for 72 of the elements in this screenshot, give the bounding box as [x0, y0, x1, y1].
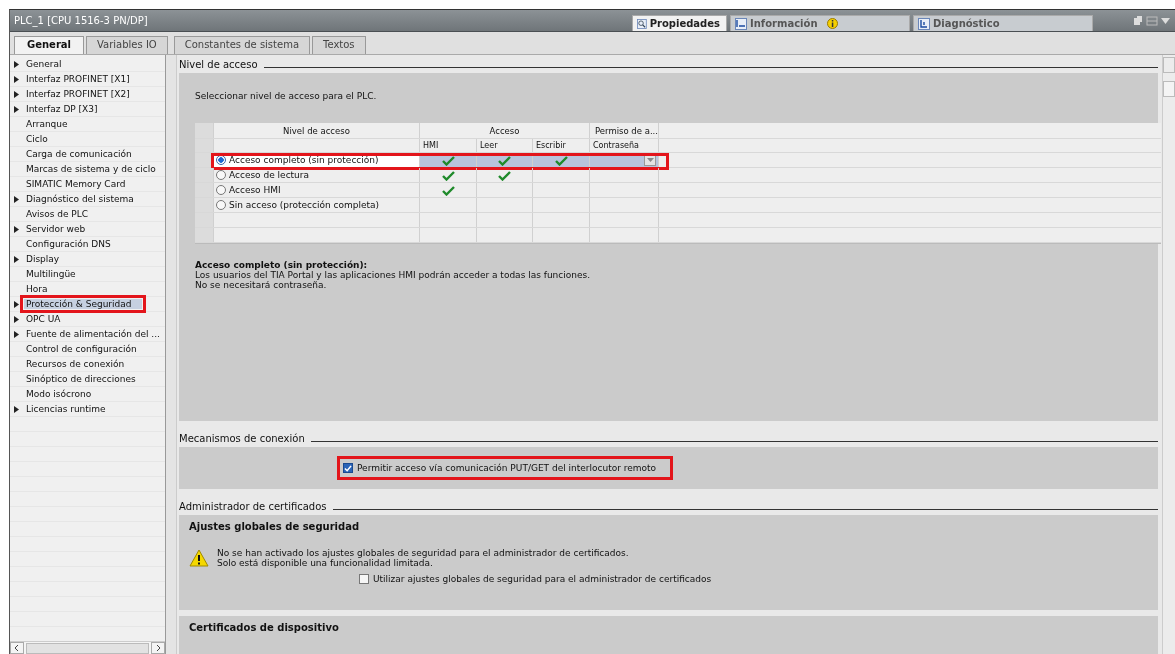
- sidebar-item[interactable]: Hora: [24, 284, 50, 294]
- radio-button[interactable]: [216, 155, 226, 165]
- description-title: Acceso completo (sin protección):: [195, 260, 369, 270]
- radio-button[interactable]: [216, 170, 226, 180]
- tab[interactable]: General: [14, 36, 84, 54]
- window-title: PLC_1 [CPU 1516-3 PN/DP]: [13, 15, 149, 29]
- column-header: HMI: [420, 139, 477, 152]
- caret-icon: [646, 158, 654, 162]
- tab[interactable]: Constantes de sistema: [173, 36, 311, 54]
- sidebar-item[interactable]: Servidor web: [24, 224, 88, 234]
- checkbox-label: Utilizar ajustes globales de seguridad para el administrador de certificados: [373, 574, 712, 584]
- checkmark-icon: [344, 464, 352, 472]
- radio-label: Acceso de lectura: [229, 170, 310, 180]
- sidebar-item[interactable]: General: [24, 59, 64, 69]
- radio-label: Acceso completo (sin protección): [229, 155, 379, 165]
- column-header: Leer: [477, 139, 533, 152]
- sidebar-item[interactable]: Sinóptico de direcciones: [24, 374, 138, 384]
- tab[interactable]: Textos: [312, 36, 366, 54]
- sidebar-item[interactable]: OPC UA: [24, 314, 63, 324]
- instruction-text: Seleccionar nivel de acceso para el PLC.: [195, 91, 378, 101]
- sidebar-item[interactable]: Fuente de alimentación del ...: [24, 329, 162, 339]
- column-header: Nivel de acceso: [214, 123, 420, 138]
- sidebar-item[interactable]: Modo isócrono: [24, 389, 94, 399]
- column-header: Contraseña: [590, 139, 659, 152]
- column-header: Escribir: [533, 139, 590, 152]
- scroll-right-icon[interactable]: [151, 642, 165, 654]
- inspector-tab[interactable]: Diagnóstico: [913, 15, 1093, 31]
- sidebar-item[interactable]: Diagnóstico del sistema: [24, 194, 136, 204]
- horizontal-scrollbar[interactable]: [10, 641, 165, 654]
- magnifier-icon: [637, 17, 647, 30]
- checkbox[interactable]: [343, 463, 353, 473]
- sidebar-item[interactable]: Licencias runtime: [24, 404, 108, 414]
- sidebar-item[interactable]: Avisos de PLC: [24, 209, 91, 219]
- tab[interactable]: Variables IO: [86, 36, 168, 54]
- sidebar-item[interactable]: Carga de comunicación: [24, 149, 134, 159]
- inspector-tab[interactable]: Información: [730, 15, 910, 31]
- section-title: Administrador de certificados: [179, 500, 327, 512]
- warning-icon: [189, 549, 209, 567]
- sidebar-item[interactable]: Interfaz PROFINET [X1]: [24, 74, 132, 84]
- sidebar-item[interactable]: SIMATIC Memory Card: [24, 179, 128, 189]
- section-title: Mecanismos de conexión: [179, 432, 305, 444]
- scroll-left-icon[interactable]: [10, 642, 24, 654]
- column-header: Acceso: [420, 123, 590, 138]
- radio-label: Acceso HMI: [229, 185, 281, 195]
- panel-title: Ajustes globales de seguridad: [189, 521, 361, 532]
- sidebar-item[interactable]: Display: [24, 254, 62, 264]
- sidebar-item[interactable]: Interfaz DP [X3]: [24, 104, 100, 114]
- window-controls-icon[interactable]: [1133, 16, 1171, 26]
- checkbox[interactable]: [359, 574, 369, 584]
- dropdown-button[interactable]: [644, 154, 656, 166]
- radio-button[interactable]: [216, 185, 226, 195]
- description-text: No se necesitará contraseña.: [195, 280, 328, 290]
- sidebar-item[interactable]: Multilingüe: [24, 269, 78, 279]
- radio-label: Sin acceso (protección completa): [229, 200, 380, 210]
- checkbox-label: Permitir acceso vía comunicación PUT/GET del interlocutor remoto: [357, 463, 657, 473]
- sidebar-item[interactable]: Interfaz PROFINET [X2]: [24, 89, 132, 99]
- sidebar-item[interactable]: Configuración DNS: [24, 239, 113, 249]
- warning-text: No se han activado los ajustes globales de seguridad para el administrador de certificados.: [217, 548, 629, 558]
- warning-text: Solo está disponible una funcionalidad limitada.: [217, 558, 434, 568]
- description-text: Los usuarios del TIA Portal y las aplicaciones HMI podrán acceder a todas las funciones.: [195, 270, 592, 280]
- sidebar-item[interactable]: Ciclo: [24, 134, 50, 144]
- inspector-tab[interactable]: Propiedades: [632, 15, 727, 31]
- sidebar-item[interactable]: Arranque: [24, 119, 70, 129]
- sidebar-item[interactable]: Control de configuración: [24, 344, 139, 354]
- radio-button[interactable]: [216, 200, 226, 210]
- vertical-scrollbar[interactable]: [1162, 55, 1175, 654]
- sidebar-item[interactable]: Recursos de conexión: [24, 359, 127, 369]
- sidebar-item[interactable]: Marcas de sistema y de ciclo: [24, 164, 158, 174]
- panel-title: Certificados de dispositivo: [189, 622, 340, 633]
- column-header: Permiso de a...: [590, 123, 659, 138]
- splitter-handle[interactable]: [166, 55, 177, 654]
- section-title: Nivel de acceso: [179, 58, 258, 70]
